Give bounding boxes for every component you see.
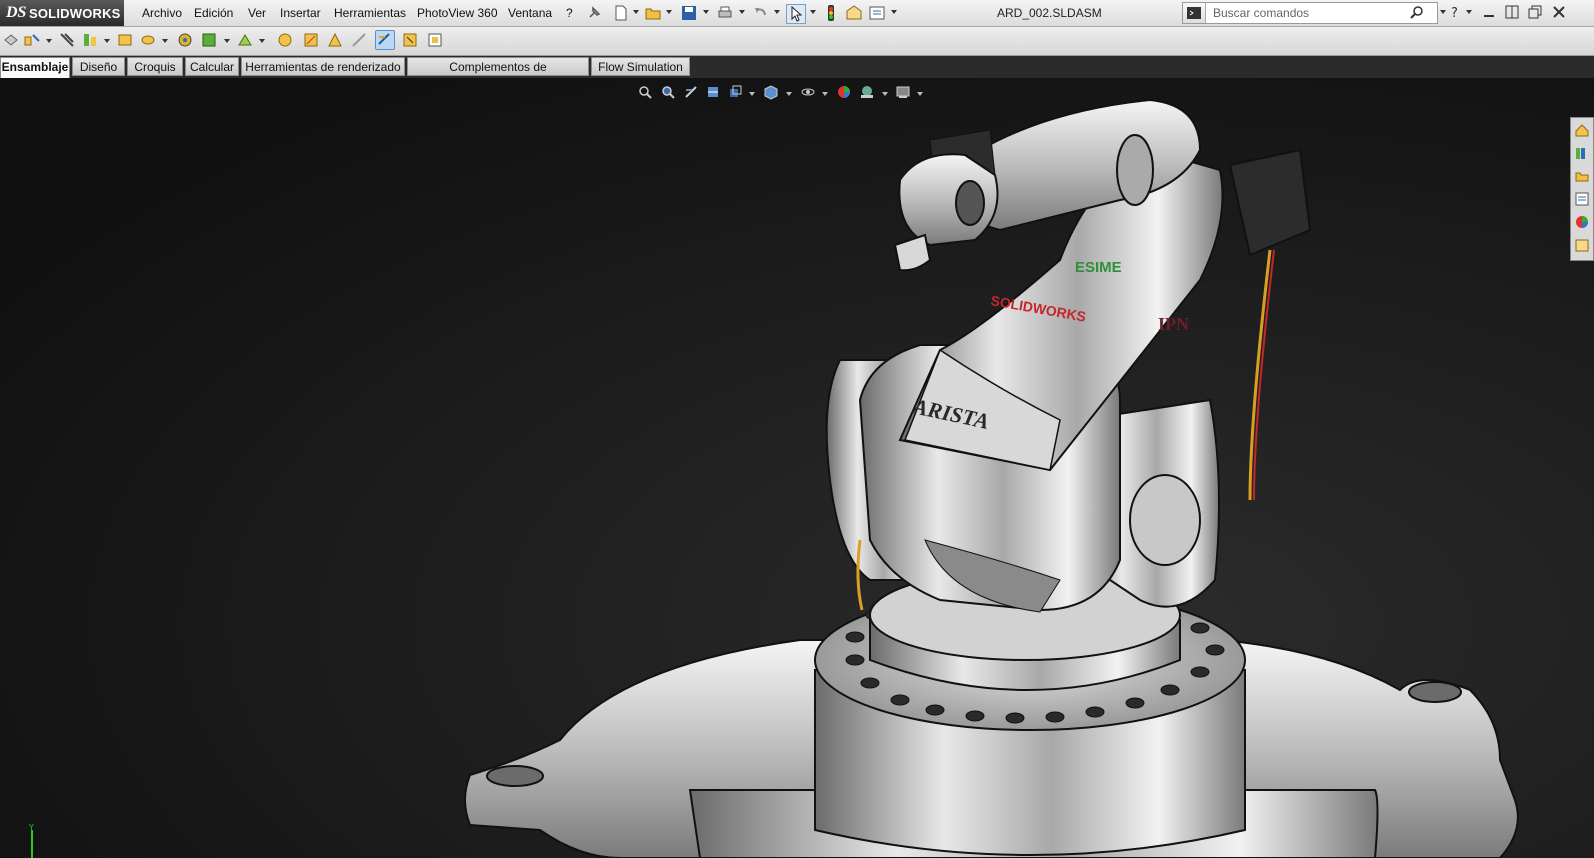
robot-arm-model[interactable]: ESIME SOLIDWORKS ARISTA IPN [0,78,1594,858]
chevron-down-icon[interactable] [739,10,745,14]
design-library-icon[interactable] [1574,145,1590,161]
update-speedpak-icon[interactable] [401,31,419,49]
explode-line-sketch-icon[interactable] [326,31,344,49]
graphics-area[interactable]: ESIME SOLIDWORKS ARISTA IPN Y X Z [0,78,1594,858]
show-hidden-icon[interactable] [139,31,157,49]
restore-icon[interactable] [1528,5,1542,19]
traffic-light-icon[interactable] [822,4,840,22]
tab-complementos[interactable]: Complementos de SOLIDWORKS [407,57,589,93]
options-icon[interactable] [868,4,886,22]
smart-fasteners-icon[interactable] [81,31,99,49]
tab-flow-simulation[interactable]: Flow Simulation [591,57,690,76]
svg-text:IPN: IPN [1158,314,1189,334]
move-component-icon[interactable] [116,31,134,49]
bill-of-materials-icon[interactable] [276,31,294,49]
assembly-features-icon[interactable] [176,31,194,49]
menu-bar: DS SOLIDWORKS Archivo Edición Ver Insert… [0,0,1594,27]
save-icon[interactable] [680,4,698,22]
print-icon[interactable] [716,4,734,22]
tab-herramientas-renderizado[interactable]: Herramientas de renderizado [241,57,405,76]
custom-properties-icon[interactable] [1574,237,1590,253]
open-folder-icon[interactable] [644,4,662,22]
chevron-down-icon[interactable] [774,10,780,14]
undo-icon[interactable] [752,4,770,22]
insert-components-icon[interactable] [2,31,20,49]
new-document-icon[interactable] [612,4,630,22]
chevron-down-icon[interactable] [259,39,265,43]
chevron-down-icon[interactable] [703,10,709,14]
take-snapshot-icon[interactable] [426,31,444,49]
chevron-down-icon[interactable] [104,39,110,43]
menu-edicion[interactable]: Edición [194,6,233,20]
exploded-view-icon[interactable] [302,31,320,49]
chevron-down-icon[interactable] [1440,10,1446,14]
document-title: ARD_002.SLDASM [997,6,1102,20]
task-pane [1570,117,1594,261]
menu-help[interactable]: ? [566,6,573,20]
tab-calcular[interactable]: Calcular [185,57,239,76]
search-icon[interactable] [1409,5,1425,26]
help-icon[interactable]: ? [1448,5,1462,21]
mate-icon[interactable] [23,31,41,49]
select-cursor-icon[interactable] [786,4,806,24]
instant3d-icon[interactable] [375,30,395,50]
command-manager-tabs: Ensamblaje Diseño Croquis Calcular Herra… [0,56,1594,93]
chevron-down-icon[interactable] [891,10,897,14]
file-properties-icon[interactable] [845,4,863,22]
chevron-down-icon[interactable] [810,10,816,14]
tile-icon[interactable] [1505,5,1519,19]
chevron-down-icon[interactable] [162,39,168,43]
solidworks-resources-icon[interactable] [1574,122,1590,138]
svg-text:Y: Y [28,824,34,832]
ds-logo-mark: DS [6,4,27,21]
interference-detection-icon[interactable] [350,31,368,49]
svg-text:ESIME: ESIME [1075,259,1122,276]
menu-ventana[interactable]: Ventana [508,6,552,20]
chevron-down-icon[interactable] [633,10,639,14]
file-explorer-icon[interactable] [1574,168,1590,184]
linear-pattern-icon[interactable] [58,31,76,49]
close-icon[interactable] [1552,5,1566,19]
reference-triad-icon: Y X Z [28,824,34,858]
appearances-scenes-icon[interactable] [1574,214,1590,230]
tab-ensamblaje[interactable]: Ensamblaje [0,57,70,78]
chevron-down-icon[interactable] [666,10,672,14]
tab-croquis[interactable]: Croquis [127,57,183,76]
esime-decal: ESIME [1075,259,1122,276]
menu-insertar[interactable]: Insertar [280,6,321,20]
command-search-icon[interactable] [1183,3,1206,23]
chevron-down-icon[interactable] [46,39,52,43]
command-toolbar [0,27,1594,56]
tab-diseno[interactable]: Diseño [72,57,125,76]
menu-herramientas[interactable]: Herramientas [334,6,406,20]
search-input[interactable]: Buscar comandos [1213,6,1309,20]
solidworks-logo[interactable]: DS SOLIDWORKS [0,0,124,26]
svg-text:?: ? [1451,6,1458,19]
view-palette-icon[interactable] [1574,191,1590,207]
app-name: SOLIDWORKS [29,6,121,21]
ipn-decal: IPN [1158,314,1189,334]
menu-ver[interactable]: Ver [248,6,266,20]
minimize-icon[interactable] [1482,5,1496,19]
reference-geometry-icon[interactable] [200,31,218,49]
chevron-down-icon[interactable] [224,39,230,43]
menu-photoview[interactable]: PhotoView 360 [417,6,498,20]
search-box[interactable]: Buscar comandos [1182,2,1438,24]
menu-archivo[interactable]: Archivo [142,6,182,20]
pin-icon[interactable] [585,4,603,22]
chevron-down-icon[interactable] [1466,10,1472,14]
new-motion-study-icon[interactable] [236,31,254,49]
